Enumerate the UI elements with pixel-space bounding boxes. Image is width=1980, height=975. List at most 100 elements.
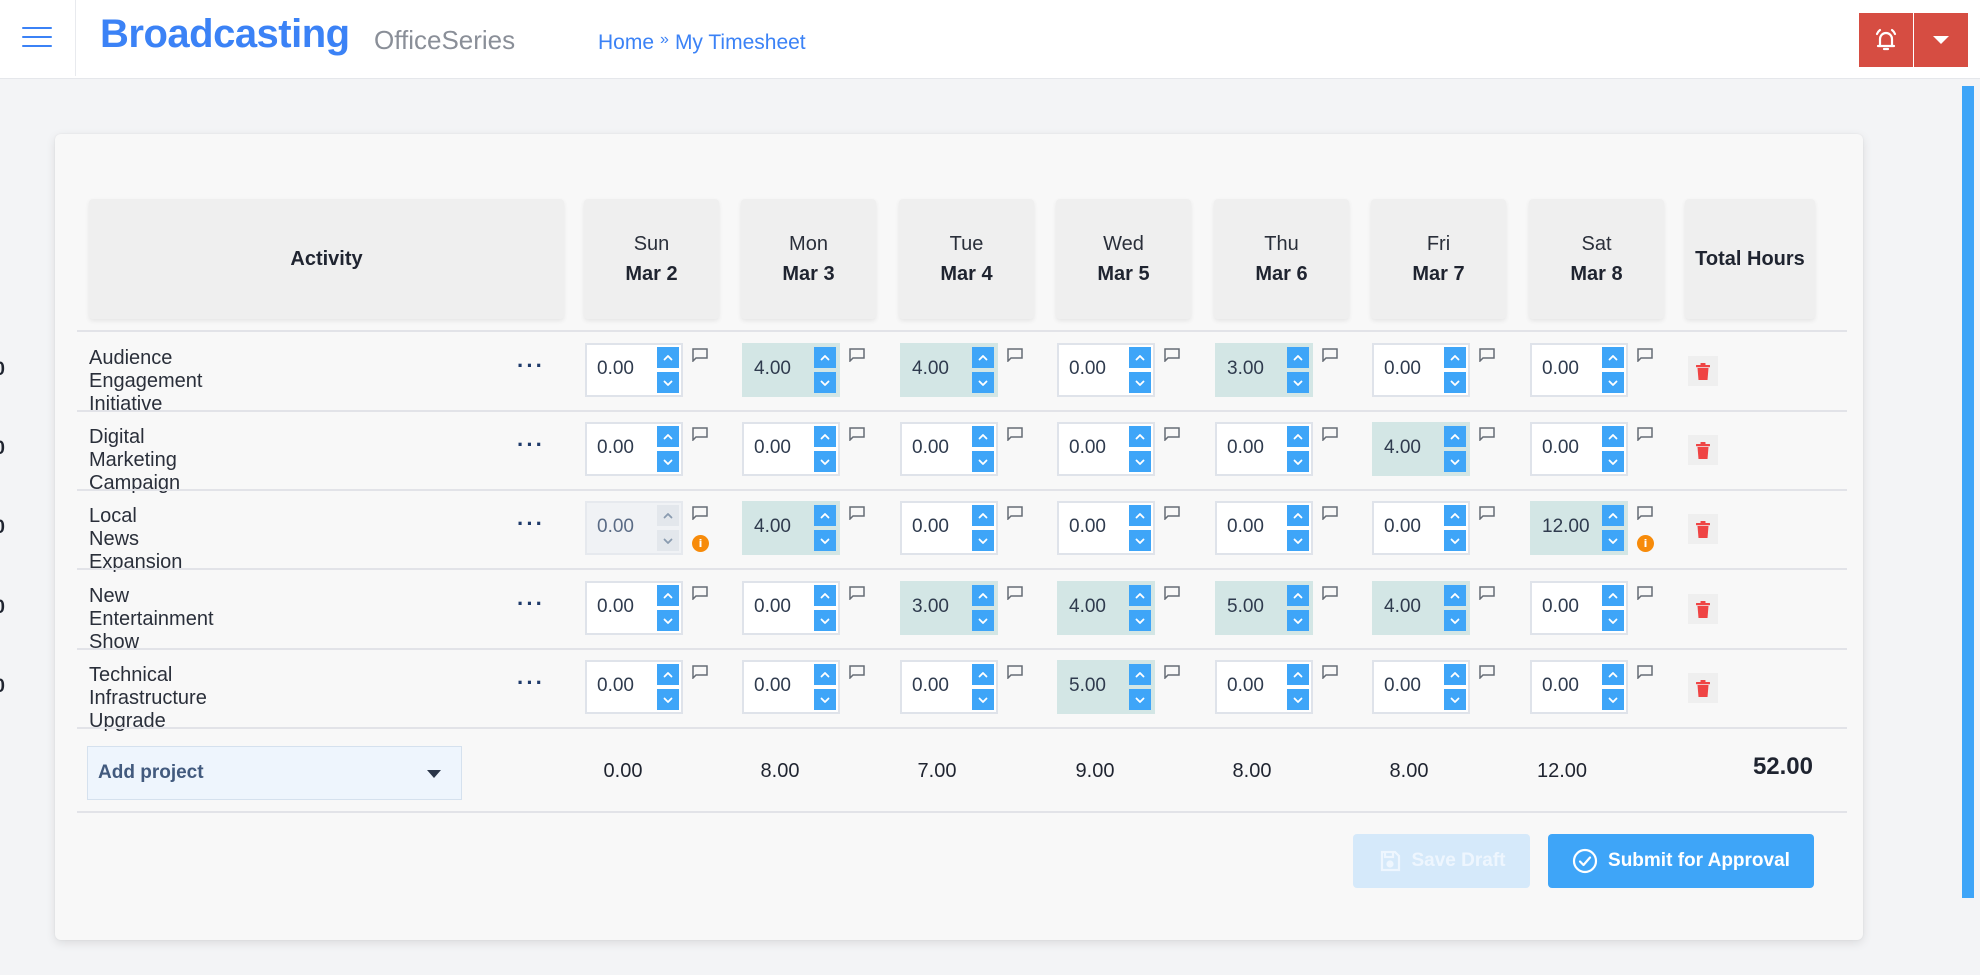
hours-input-thu[interactable]: 0.00 [1215, 501, 1313, 555]
increment-button[interactable] [814, 426, 836, 447]
increment-button[interactable] [657, 664, 679, 685]
hours-input-thu[interactable]: 0.00 [1215, 660, 1313, 714]
increment-button[interactable] [657, 426, 679, 447]
comment-icon[interactable] [1479, 665, 1495, 680]
decrement-button[interactable] [972, 610, 994, 631]
increment-button[interactable] [972, 347, 994, 368]
increment-button[interactable] [972, 664, 994, 685]
hours-input-wed[interactable]: 0.00 [1057, 422, 1155, 476]
delete-row-button[interactable] [1688, 514, 1718, 544]
increment-button[interactable] [1287, 585, 1309, 606]
decrement-button[interactable] [1287, 451, 1309, 472]
decrement-button[interactable] [657, 451, 679, 472]
decrement-button[interactable] [1602, 530, 1624, 551]
comment-icon[interactable] [692, 665, 708, 680]
decrement-button[interactable] [657, 689, 679, 710]
activity-more-options-button[interactable]: ··· [517, 432, 545, 458]
decrement-button[interactable] [1129, 372, 1151, 393]
hours-input-sat[interactable]: 12.00 [1530, 501, 1628, 555]
activity-more-options-button[interactable]: ··· [517, 670, 545, 696]
comment-icon[interactable] [1164, 586, 1180, 601]
page-scrollbar[interactable] [1962, 86, 1974, 898]
info-warning-icon[interactable]: i [692, 535, 709, 552]
increment-button[interactable] [1287, 426, 1309, 447]
increment-button[interactable] [1444, 347, 1466, 368]
hours-input-tue[interactable]: 3.00 [900, 581, 998, 635]
increment-button[interactable] [1129, 347, 1151, 368]
comment-icon[interactable] [1007, 586, 1023, 601]
hours-input-mon[interactable]: 0.00 [742, 660, 840, 714]
activity-more-options-button[interactable]: ··· [517, 353, 545, 379]
breadcrumb-home[interactable]: Home [598, 31, 654, 55]
comment-icon[interactable] [1322, 665, 1338, 680]
hours-input-sun[interactable]: 0.00 [585, 422, 683, 476]
decrement-button[interactable] [1444, 530, 1466, 551]
decrement-button[interactable] [1287, 372, 1309, 393]
decrement-button[interactable] [972, 451, 994, 472]
comment-icon[interactable] [849, 665, 865, 680]
increment-button[interactable] [1129, 664, 1151, 685]
hours-input-fri[interactable]: 4.00 [1372, 581, 1470, 635]
decrement-button[interactable] [814, 610, 836, 631]
hours-input-thu[interactable]: 0.00 [1215, 422, 1313, 476]
info-warning-icon[interactable]: i [1637, 535, 1654, 552]
hours-input-sat[interactable]: 0.00 [1530, 581, 1628, 635]
comment-icon[interactable] [849, 427, 865, 442]
hours-input-fri[interactable]: 0.00 [1372, 343, 1470, 397]
increment-button[interactable] [1287, 664, 1309, 685]
hours-input-wed[interactable]: 4.00 [1057, 581, 1155, 635]
increment-button[interactable] [657, 347, 679, 368]
increment-button[interactable] [814, 664, 836, 685]
decrement-button[interactable] [1129, 530, 1151, 551]
delete-row-button[interactable] [1688, 356, 1718, 386]
increment-button[interactable] [1444, 505, 1466, 526]
comment-icon[interactable] [1164, 427, 1180, 442]
hours-input-tue[interactable]: 0.00 [900, 501, 998, 555]
comment-icon[interactable] [1479, 506, 1495, 521]
comment-icon[interactable] [1007, 506, 1023, 521]
hours-input-fri[interactable]: 4.00 [1372, 422, 1470, 476]
hours-input-tue[interactable]: 0.00 [900, 422, 998, 476]
increment-button[interactable] [972, 585, 994, 606]
increment-button[interactable] [1444, 585, 1466, 606]
decrement-button[interactable] [1129, 451, 1151, 472]
comment-icon[interactable] [1322, 427, 1338, 442]
decrement-button[interactable] [1287, 610, 1309, 631]
comment-icon[interactable] [1164, 348, 1180, 363]
increment-button[interactable] [1129, 585, 1151, 606]
hours-input-mon[interactable]: 0.00 [742, 581, 840, 635]
increment-button[interactable] [972, 426, 994, 447]
increment-button[interactable] [1287, 505, 1309, 526]
notifications-dropdown-button[interactable] [1914, 13, 1968, 67]
decrement-button[interactable] [1444, 451, 1466, 472]
comment-icon[interactable] [1637, 506, 1653, 521]
increment-button[interactable] [814, 585, 836, 606]
comment-icon[interactable] [1479, 427, 1495, 442]
delete-row-button[interactable] [1688, 435, 1718, 465]
activity-more-options-button[interactable]: ··· [517, 591, 545, 617]
decrement-button[interactable] [1602, 451, 1624, 472]
increment-button[interactable] [814, 347, 836, 368]
decrement-button[interactable] [814, 689, 836, 710]
comment-icon[interactable] [1322, 506, 1338, 521]
comment-icon[interactable] [1637, 665, 1653, 680]
increment-button[interactable] [1287, 347, 1309, 368]
increment-button[interactable] [1129, 426, 1151, 447]
hours-input-sun[interactable]: 0.00 [585, 343, 683, 397]
hours-input-tue[interactable]: 0.00 [900, 660, 998, 714]
comment-icon[interactable] [1637, 586, 1653, 601]
decrement-button[interactable] [1129, 610, 1151, 631]
increment-button[interactable] [1602, 426, 1624, 447]
hours-input-mon[interactable]: 0.00 [742, 422, 840, 476]
hours-input-thu[interactable]: 3.00 [1215, 343, 1313, 397]
decrement-button[interactable] [1287, 689, 1309, 710]
hours-input-fri[interactable]: 0.00 [1372, 660, 1470, 714]
increment-button[interactable] [1602, 664, 1624, 685]
comment-icon[interactable] [1479, 348, 1495, 363]
decrement-button[interactable] [657, 610, 679, 631]
hours-input-sun[interactable]: 0.00 [585, 660, 683, 714]
hours-input-mon[interactable]: 4.00 [742, 343, 840, 397]
comment-icon[interactable] [1637, 427, 1653, 442]
comment-icon[interactable] [1007, 665, 1023, 680]
hours-input-mon[interactable]: 4.00 [742, 501, 840, 555]
